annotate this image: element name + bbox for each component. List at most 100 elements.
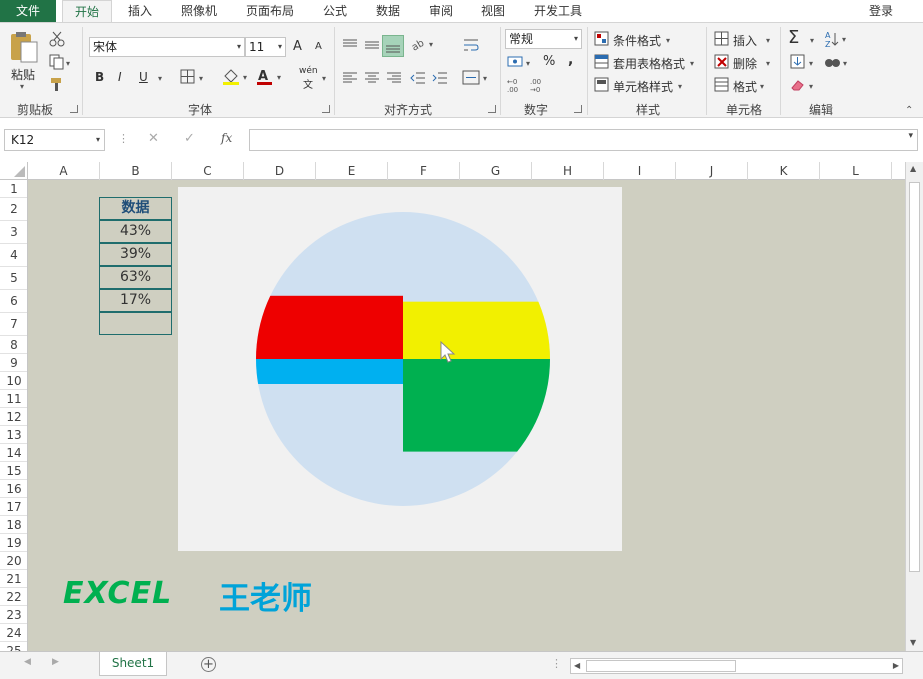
row-header[interactable]: 17 xyxy=(0,498,27,516)
insert-cells-icon[interactable] xyxy=(714,31,730,50)
select-all-corner[interactable] xyxy=(0,162,28,180)
table-header-cell[interactable]: 数据 xyxy=(99,197,172,220)
name-box[interactable]: K12 ▾ xyxy=(4,129,105,151)
scroll-down-icon[interactable]: ▼ xyxy=(910,638,916,647)
data-cell[interactable]: 43% xyxy=(99,220,172,243)
login-link[interactable]: 登录 xyxy=(869,2,893,19)
row-header[interactable]: 20 xyxy=(0,552,27,570)
wrap-text-icon[interactable] xyxy=(462,37,480,58)
row-header[interactable]: 16 xyxy=(0,480,27,498)
conditional-format-button[interactable]: 条件格式 xyxy=(613,32,661,49)
font-color-icon[interactable]: A ▾ xyxy=(256,68,286,89)
column-header[interactable]: F xyxy=(388,162,460,180)
row-header[interactable]: 19 xyxy=(0,534,27,552)
percent-button[interactable]: % xyxy=(543,54,555,69)
orientation-icon[interactable]: ab ▾ xyxy=(410,35,438,56)
row-header[interactable]: 5 xyxy=(0,267,27,290)
chevron-down-icon[interactable]: ▾ xyxy=(678,82,682,91)
align-middle-icon[interactable] xyxy=(364,37,380,56)
paste-dropdown-icon[interactable]: ▾ xyxy=(20,82,24,91)
tab-data[interactable]: 数据 xyxy=(364,0,412,22)
tab-insert[interactable]: 插入 xyxy=(118,0,162,22)
align-right-icon[interactable] xyxy=(386,70,402,89)
chart-bar-1[interactable] xyxy=(403,301,550,359)
data-cell[interactable]: 39% xyxy=(99,243,172,266)
row-header[interactable]: 18 xyxy=(0,516,27,534)
font-launcher-icon[interactable] xyxy=(322,105,330,113)
scroll-up-icon[interactable]: ▲ xyxy=(910,164,916,173)
tab-file[interactable]: 文件 xyxy=(0,0,56,22)
row-header[interactable]: 3 xyxy=(0,221,27,244)
font-name-select[interactable]: 宋体 ▾ xyxy=(89,37,245,57)
row-header[interactable]: 22 xyxy=(0,588,27,606)
tab-view[interactable]: 视图 xyxy=(470,0,516,22)
column-header[interactable]: H xyxy=(532,162,604,180)
increase-indent-icon[interactable] xyxy=(432,70,448,89)
number-launcher-icon[interactable] xyxy=(574,105,582,113)
data-cell[interactable]: 63% xyxy=(99,266,172,289)
row-header[interactable]: 1 xyxy=(0,180,27,198)
font-size-select[interactable]: 11 ▾ xyxy=(245,37,286,57)
row-header[interactable]: 10 xyxy=(0,372,27,390)
scroll-thumb[interactable] xyxy=(909,182,920,572)
next-sheet-icon[interactable]: ▶ xyxy=(52,657,59,667)
row-header[interactable]: 12 xyxy=(0,408,27,426)
column-header[interactable]: B xyxy=(100,162,172,180)
chevron-down-icon[interactable]: ▾ xyxy=(810,36,814,45)
find-select-icon[interactable]: ▾ xyxy=(824,54,852,73)
cancel-icon[interactable]: ✕ xyxy=(148,131,159,146)
table-format-icon[interactable] xyxy=(594,54,610,73)
data-cell[interactable] xyxy=(99,312,172,335)
align-top-icon[interactable] xyxy=(342,37,358,56)
chevron-down-icon[interactable]: ▾ xyxy=(666,36,670,45)
number-format-select[interactable]: 常规 ▾ xyxy=(505,29,582,49)
clear-icon[interactable]: ▾ xyxy=(790,77,818,96)
paste-icon[interactable] xyxy=(8,31,40,65)
format-painter-icon[interactable] xyxy=(49,76,65,95)
border-icon[interactable]: ▾ xyxy=(180,69,208,88)
prev-sheet-icon[interactable]: ◀ xyxy=(24,657,31,667)
row-header[interactable]: 24 xyxy=(0,624,27,642)
column-header[interactable]: C xyxy=(172,162,244,180)
cell-styles-icon[interactable] xyxy=(594,77,610,96)
chart-bar-3[interactable] xyxy=(256,359,403,384)
currency-icon[interactable]: ▾ xyxy=(507,54,535,73)
cell-styles-button[interactable]: 单元格样式 xyxy=(613,78,673,95)
row-header[interactable]: 21 xyxy=(0,570,27,588)
tab-home[interactable]: 开始 xyxy=(62,0,112,23)
decrease-indent-icon[interactable] xyxy=(410,70,426,89)
cut-icon[interactable] xyxy=(49,31,65,50)
sheet-tab[interactable]: Sheet1 xyxy=(99,652,167,676)
row-header[interactable]: 4 xyxy=(0,244,27,267)
chart-area[interactable] xyxy=(178,187,622,551)
phonetic-button[interactable]: wén xyxy=(299,66,318,76)
grow-font-button[interactable]: A xyxy=(293,39,302,54)
row-header[interactable]: 25 xyxy=(0,642,27,651)
row-header[interactable]: 7 xyxy=(0,313,27,336)
row-header[interactable]: 15 xyxy=(0,462,27,480)
fill-color-icon[interactable]: ▾ xyxy=(222,68,252,89)
enter-icon[interactable]: ✓ xyxy=(184,131,195,146)
chevron-down-icon[interactable]: ▾ xyxy=(766,59,770,68)
row-header[interactable]: 2 xyxy=(0,198,27,221)
paste-button[interactable]: 粘贴 xyxy=(11,66,35,83)
tab-developer[interactable]: 开发工具 xyxy=(524,0,592,22)
tab-review[interactable]: 审阅 xyxy=(418,0,464,22)
chevron-down-icon[interactable]: ▾ xyxy=(760,82,764,91)
phonetic-dropdown-icon[interactable]: ▾ xyxy=(322,74,326,83)
align-center-icon[interactable] xyxy=(364,70,380,89)
delete-cells-button[interactable]: 删除 xyxy=(733,55,757,72)
column-header[interactable]: E xyxy=(316,162,388,180)
row-header[interactable]: 8 xyxy=(0,336,27,354)
align-bottom-icon[interactable] xyxy=(382,35,404,57)
delete-cells-icon[interactable] xyxy=(714,54,730,73)
column-header[interactable]: K xyxy=(748,162,820,180)
copy-icon[interactable]: ▾ xyxy=(49,54,73,73)
tab-formulas[interactable]: 公式 xyxy=(312,0,358,22)
underline-button[interactable]: U xyxy=(139,70,148,84)
chart-bar-2[interactable] xyxy=(403,359,550,452)
column-header[interactable]: J xyxy=(676,162,748,180)
column-header[interactable]: A xyxy=(28,162,100,180)
underline-dropdown-icon[interactable]: ▾ xyxy=(158,74,162,83)
more-options-icon[interactable]: ⋮ xyxy=(118,132,129,145)
